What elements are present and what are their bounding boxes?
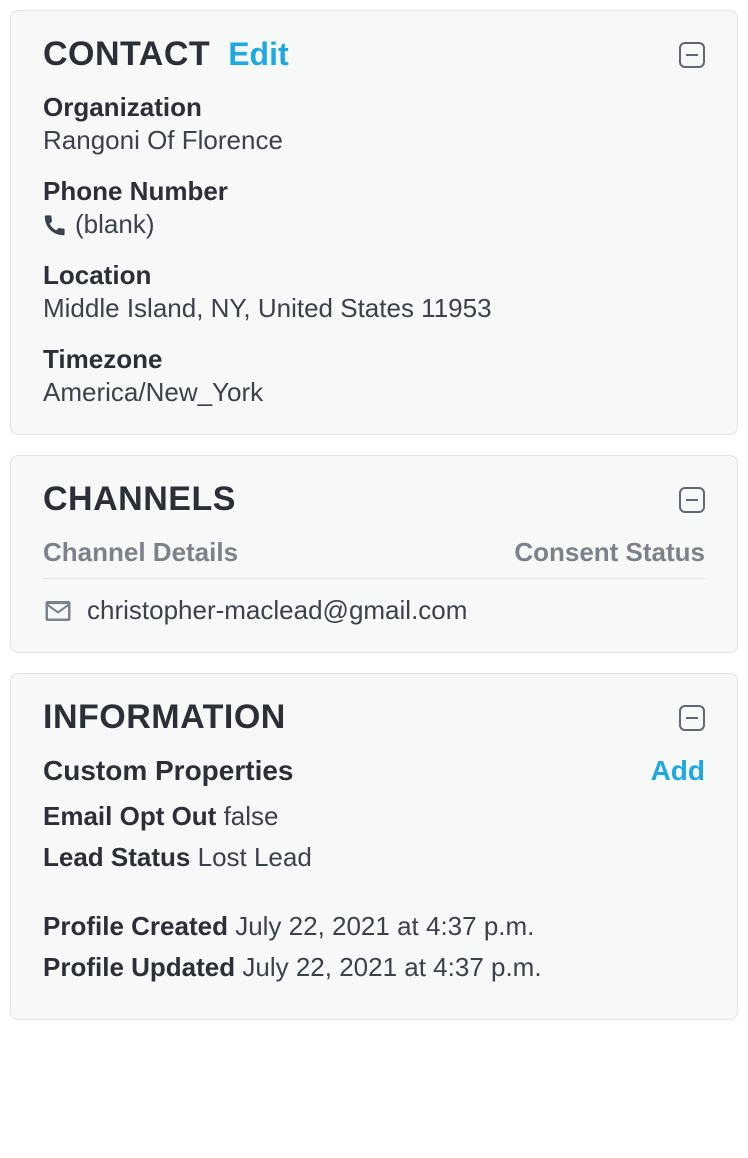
phone-label: Phone Number xyxy=(43,176,705,207)
location-field: Location Middle Island, NY, United State… xyxy=(43,260,705,324)
custom-props-header-row: Custom Properties Add xyxy=(43,755,705,787)
channels-table-header: Channel Details Consent Status xyxy=(43,537,705,579)
contact-title: CONTACT xyxy=(43,35,210,74)
channel-email-value: christopher-maclead@gmail.com xyxy=(87,595,467,626)
col-channel-details: Channel Details xyxy=(43,537,238,568)
edit-link[interactable]: Edit xyxy=(228,36,288,73)
minus-icon xyxy=(686,499,698,501)
meta-value: July 22, 2021 at 4:37 p.m. xyxy=(242,952,541,982)
meta-label: Profile Updated xyxy=(43,952,235,982)
information-card: INFORMATION Custom Properties Add Email … xyxy=(10,673,738,1020)
minus-icon xyxy=(686,717,698,719)
information-title: INFORMATION xyxy=(43,698,286,737)
contact-card: CONTACT Edit Organization Rangoni Of Flo… xyxy=(10,10,738,435)
phone-value-text: (blank) xyxy=(75,209,154,240)
prop-value-text: Lost Lead xyxy=(198,842,312,872)
channel-row: christopher-maclead@gmail.com xyxy=(43,595,705,626)
prop-label: Email Opt Out xyxy=(43,801,216,831)
channels-title: CHANNELS xyxy=(43,480,236,519)
add-property-link[interactable]: Add xyxy=(651,755,705,787)
prop-row: Lead Status Lost Lead xyxy=(43,842,705,873)
timezone-value: America/New_York xyxy=(43,377,705,408)
timezone-label: Timezone xyxy=(43,344,705,375)
meta-row: Profile Created July 22, 2021 at 4:37 p.… xyxy=(43,911,705,942)
meta-value: July 22, 2021 at 4:37 p.m. xyxy=(235,911,534,941)
phone-icon xyxy=(43,213,67,237)
prop-value: false xyxy=(224,801,279,831)
meta-row: Profile Updated July 22, 2021 at 4:37 p.… xyxy=(43,952,705,983)
meta-value-text: July 22, 2021 at 4:37 p.m. xyxy=(242,952,541,982)
organization-value: Rangoni Of Florence xyxy=(43,125,705,156)
collapse-contact-button[interactable] xyxy=(679,42,705,68)
collapse-channels-button[interactable] xyxy=(679,487,705,513)
location-value: Middle Island, NY, United States 11953 xyxy=(43,293,705,324)
channels-header: CHANNELS xyxy=(43,480,705,519)
prop-row: Email Opt Out false xyxy=(43,801,705,832)
phone-value: (blank) xyxy=(43,209,705,240)
information-header: INFORMATION xyxy=(43,698,705,737)
minus-icon xyxy=(686,54,698,56)
location-label: Location xyxy=(43,260,705,291)
col-consent-status: Consent Status xyxy=(514,537,705,568)
contact-header: CONTACT Edit xyxy=(43,35,705,74)
spacer xyxy=(43,883,705,911)
organization-field: Organization Rangoni Of Florence xyxy=(43,92,705,156)
custom-properties-label: Custom Properties xyxy=(43,755,294,787)
channels-card: CHANNELS Channel Details Consent Status … xyxy=(10,455,738,653)
timezone-field: Timezone America/New_York xyxy=(43,344,705,408)
contact-title-wrap: CONTACT Edit xyxy=(43,35,289,74)
envelope-icon xyxy=(43,596,73,626)
meta-value-text: July 22, 2021 at 4:37 p.m. xyxy=(235,911,534,941)
prop-value-text: false xyxy=(224,801,279,831)
prop-value: Lost Lead xyxy=(198,842,312,872)
organization-label: Organization xyxy=(43,92,705,123)
prop-label: Lead Status xyxy=(43,842,190,872)
phone-field: Phone Number (blank) xyxy=(43,176,705,240)
collapse-information-button[interactable] xyxy=(679,705,705,731)
meta-label: Profile Created xyxy=(43,911,228,941)
